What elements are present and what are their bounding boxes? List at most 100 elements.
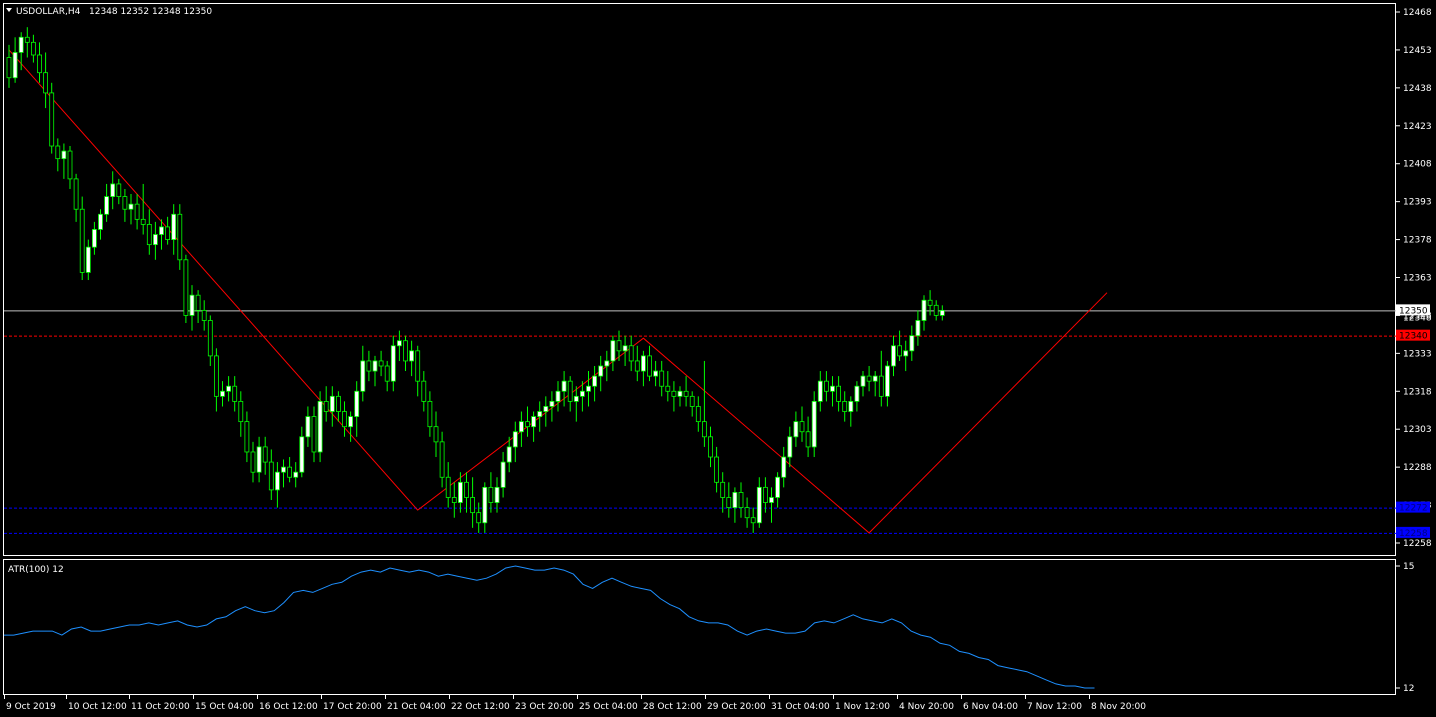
candle-body bbox=[348, 416, 354, 428]
time-tick-label: 6 Nov 04:00 bbox=[963, 702, 1018, 712]
candle-body bbox=[787, 436, 793, 458]
candle-body bbox=[427, 400, 433, 428]
candle-body bbox=[433, 426, 439, 443]
candle-body bbox=[824, 380, 829, 392]
candle bbox=[79, 196, 85, 281]
time-tick-label: 25 Oct 04:00 bbox=[579, 702, 638, 712]
time-tick-label: 11 Oct 20:00 bbox=[131, 702, 190, 712]
price-tick-label: 12378 bbox=[1403, 236, 1432, 246]
price-tag-blue-lower: 12258 bbox=[1399, 529, 1428, 539]
candle-body bbox=[872, 375, 878, 382]
candle-body bbox=[878, 375, 884, 397]
price-tick-label: 12303 bbox=[1403, 425, 1432, 435]
candle-body bbox=[659, 370, 665, 387]
candle-body bbox=[525, 421, 530, 428]
candle-body bbox=[470, 497, 476, 514]
price-tags: 1234812350123401227212258 bbox=[1396, 304, 1432, 539]
candle-body bbox=[506, 446, 512, 463]
candle-body bbox=[207, 320, 213, 357]
time-tick-label: 16 Oct 12:00 bbox=[259, 702, 318, 712]
candle-body bbox=[598, 365, 604, 377]
time-tick-label: 21 Oct 04:00 bbox=[387, 702, 446, 712]
time-tick-label: 9 Oct 2019 bbox=[6, 702, 56, 712]
trading-chart[interactable]: 12468 12453 12438 12423 12408 12393 12378 12363… bbox=[0, 0, 1436, 717]
candle-body bbox=[604, 360, 610, 367]
candle-body bbox=[939, 309, 945, 316]
candle-body bbox=[580, 390, 585, 397]
candle-body bbox=[409, 350, 415, 362]
candle-body bbox=[689, 395, 695, 407]
price-tag-blue-upper: 12272 bbox=[1399, 504, 1428, 514]
candle-body bbox=[177, 213, 183, 261]
candle-body bbox=[317, 400, 323, 453]
price-tick-label: 12318 bbox=[1403, 387, 1432, 397]
candle-body bbox=[43, 72, 48, 94]
candle-body bbox=[256, 446, 262, 473]
candle-body bbox=[476, 512, 482, 524]
candle-body bbox=[531, 416, 536, 428]
candle-body bbox=[897, 345, 902, 357]
candle-body bbox=[854, 385, 860, 402]
candle-body bbox=[274, 471, 280, 491]
time-tick-label: 4 Nov 20:00 bbox=[899, 702, 954, 712]
candle-body bbox=[220, 390, 225, 397]
candle-body bbox=[189, 294, 195, 316]
candle-body bbox=[213, 355, 219, 397]
candle-body bbox=[37, 54, 42, 74]
candle-body bbox=[543, 406, 549, 412]
candle-body bbox=[842, 400, 848, 412]
candle-body bbox=[750, 517, 756, 524]
price-tick-label: 12333 bbox=[1403, 349, 1432, 359]
candle-body bbox=[366, 360, 372, 372]
candle-body bbox=[238, 400, 244, 423]
candle-body bbox=[537, 411, 543, 417]
candle-body bbox=[244, 421, 250, 453]
chart-ohlc-readout: 12348 12352 12348 12350 bbox=[89, 7, 212, 17]
candle-body bbox=[720, 481, 726, 498]
indicator-panel[interactable] bbox=[3, 559, 1396, 695]
time-tick-label: 10 Oct 12:00 bbox=[68, 702, 127, 712]
candle-body bbox=[665, 385, 671, 392]
candle-body bbox=[49, 92, 55, 147]
candle-body bbox=[299, 436, 305, 473]
time-tick-label: 1 Nov 12:00 bbox=[835, 702, 890, 712]
candle-body bbox=[195, 294, 201, 311]
candle-body bbox=[714, 456, 719, 483]
price-axis: 12468 12453 12438 12423 12408 12393 12378 12363… bbox=[1396, 8, 1432, 549]
candle-body bbox=[73, 178, 79, 210]
candle-body bbox=[799, 421, 805, 433]
time-axis: 9 Oct 2019 10 Oct 12:00 11 Oct 20:00 15 Oct… bbox=[4, 695, 1146, 712]
price-tag-current: 12350 bbox=[1399, 306, 1428, 316]
candle-body bbox=[738, 492, 744, 508]
candle-body bbox=[860, 375, 866, 387]
price-tick-label: 12408 bbox=[1403, 160, 1432, 170]
candle-body bbox=[165, 226, 171, 240]
price-tick-label: 12393 bbox=[1403, 198, 1432, 208]
time-tick-label: 8 Nov 20:00 bbox=[1091, 702, 1146, 712]
candle-body bbox=[457, 481, 463, 503]
candle-body bbox=[744, 507, 750, 519]
candle bbox=[317, 391, 323, 463]
time-tick-label: 17 Oct 20:00 bbox=[323, 702, 382, 712]
candle-body bbox=[329, 395, 335, 412]
candle-body bbox=[335, 395, 341, 412]
candle-body bbox=[519, 421, 524, 433]
candle-body bbox=[122, 196, 128, 210]
candle-body bbox=[140, 218, 146, 225]
candle-body bbox=[653, 370, 658, 377]
candle-body bbox=[915, 320, 921, 337]
candle-body bbox=[30, 41, 36, 56]
candle-body bbox=[488, 486, 494, 503]
time-tick-label: 15 Oct 04:00 bbox=[195, 702, 254, 712]
candle-body bbox=[830, 385, 835, 392]
candle-body bbox=[464, 481, 469, 498]
candle-body bbox=[323, 400, 329, 412]
price-tick-label: 12288 bbox=[1403, 463, 1432, 473]
candle-body bbox=[641, 355, 646, 372]
candle-body bbox=[817, 380, 823, 402]
candle-body bbox=[390, 345, 396, 382]
candle-body bbox=[384, 365, 390, 382]
candle-body bbox=[781, 456, 787, 478]
candle-body bbox=[708, 436, 713, 458]
candle-body bbox=[732, 492, 738, 508]
